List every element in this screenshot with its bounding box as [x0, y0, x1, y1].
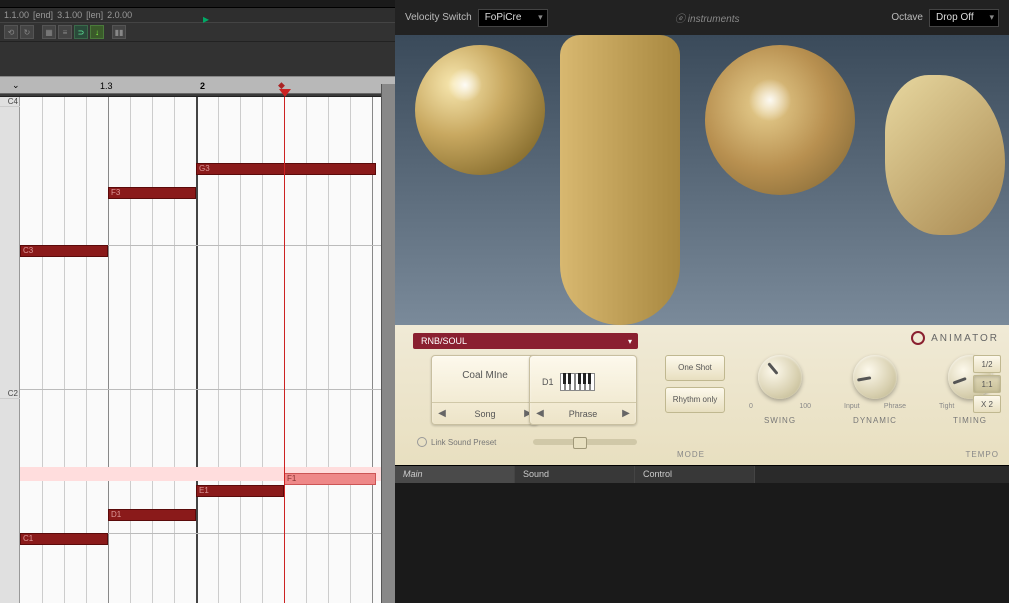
instrument-image: [395, 35, 1009, 325]
timing-label: TIMING: [953, 416, 987, 425]
phrase-box: D1 ◀ Phrase ▶: [529, 355, 637, 425]
link-sound-preset-toggle[interactable]: Link Sound Preset: [417, 437, 496, 447]
song-prev-icon[interactable]: ◀: [432, 408, 452, 419]
tool-repeat-icon[interactable]: ⟲: [4, 25, 18, 39]
daw-top-bar: [0, 0, 395, 8]
tool-piano-icon[interactable]: ▮▮: [112, 25, 126, 39]
mode-section-label: MODE: [677, 450, 705, 459]
one-shot-button[interactable]: One Shot: [665, 355, 725, 381]
instrument-header: Velocity Switch FoPiCre ⓔ instruments Oc…: [395, 0, 1009, 35]
velocity-switch-select[interactable]: FoPiCre: [478, 9, 548, 27]
tool-grid-icon[interactable]: ▦: [42, 25, 56, 39]
dynamic-knob[interactable]: [853, 355, 897, 399]
phrase-nav-label: Phrase: [550, 409, 616, 419]
tab-main[interactable]: Main: [395, 466, 515, 483]
tool-forward-icon[interactable]: ↻: [20, 25, 34, 39]
control-panel: RNB/SOUL ANIMATOR Coal MIne ◀ Song ▶ D1: [395, 325, 1009, 465]
status-bar: 1.1.00 [end] 3.1.00 [len] 2.0.00: [0, 8, 395, 22]
midi-note[interactable]: F3: [108, 187, 196, 199]
rhythm-only-button[interactable]: Rhythm only: [665, 387, 725, 413]
swing-knob-group: 0100 SWING: [745, 355, 815, 425]
velocity-switch-dropdown: Velocity Switch FoPiCre: [405, 9, 548, 27]
dynamic-label: DYNAMIC: [853, 416, 897, 425]
ruler-marker-1: ⌄: [12, 80, 20, 91]
status-end-label: [end]: [33, 10, 53, 20]
swing-label: SWING: [764, 416, 796, 425]
octave-select[interactable]: Drop Off: [929, 9, 999, 27]
playhead[interactable]: [284, 97, 285, 603]
tempo-half-button[interactable]: 1/2: [973, 355, 1001, 373]
instrument-panel: Velocity Switch FoPiCre ⓔ instruments Oc…: [395, 0, 1009, 603]
phrase-next-icon[interactable]: ▶: [616, 408, 636, 419]
velocity-switch-label: Velocity Switch: [405, 12, 472, 23]
brand-logo: ⓔ instruments: [675, 10, 739, 25]
tempo-one-button[interactable]: 1:1: [973, 375, 1001, 393]
octave-label: Octave: [891, 12, 923, 23]
tab-control[interactable]: Control: [635, 466, 755, 483]
bottom-area: [395, 483, 1009, 603]
animator-label: ANIMATOR: [911, 331, 999, 345]
piano-keys[interactable]: C4 C2: [0, 97, 20, 603]
midi-note[interactable]: G3: [196, 163, 376, 175]
phrase-slider[interactable]: [533, 439, 637, 445]
play-icon[interactable]: ▸: [203, 12, 215, 24]
tempo-double-button[interactable]: X 2: [973, 395, 1001, 413]
ruler-tick-2: 2: [200, 81, 205, 91]
status-len-label: [len]: [86, 10, 103, 20]
status-start: 1.1.00: [4, 10, 29, 20]
key-c4[interactable]: C4: [0, 97, 20, 107]
key-c2[interactable]: C2: [0, 389, 20, 399]
preset-category-dropdown[interactable]: RNB/SOUL: [413, 333, 638, 349]
phrase-key: D1: [542, 377, 554, 387]
mini-keyboard-icon: [560, 373, 595, 391]
tempo-section-label: TEMPO: [966, 450, 999, 459]
status-len: 2.0.00: [107, 10, 132, 20]
timeline-area: ⌄ 1.3 2 ◆ C4 C2: [0, 42, 395, 603]
tool-bars-icon[interactable]: ≡: [58, 25, 72, 39]
midi-note[interactable]: E1: [196, 485, 284, 497]
tab-bar: Main Sound Control: [395, 465, 1009, 483]
dynamic-knob-group: InputPhrase DYNAMIC: [840, 355, 910, 425]
piano-roll[interactable]: C4 C2: [0, 97, 395, 603]
piano-grid[interactable]: C3 F3 G3 C1 D1 E1 F1: [20, 97, 395, 603]
song-nav-label: Song: [452, 409, 518, 419]
status-end: 3.1.00: [57, 10, 82, 20]
swing-knob[interactable]: [758, 355, 802, 399]
scrollbar-vertical[interactable]: [381, 84, 395, 603]
tool-record-icon[interactable]: ↓: [90, 25, 104, 39]
midi-note[interactable]: C1: [20, 533, 108, 545]
tool-loop-icon[interactable]: ⊃: [74, 25, 88, 39]
song-box: Coal MIne ◀ Song ▶: [431, 355, 539, 425]
daw-panel: 1.1.00 [end] 3.1.00 [len] 2.0.00 ⟲ ↻ ▦ ≡…: [0, 0, 395, 603]
toolbar: ⟲ ↻ ▦ ≡ ⊃ ↓ ▮▮: [0, 22, 395, 42]
midi-note[interactable]: D1: [108, 509, 196, 521]
ruler[interactable]: ⌄ 1.3 2 ◆: [0, 42, 395, 97]
ruler-tick-1.3: 1.3: [100, 81, 113, 91]
midi-note-selected[interactable]: F1: [284, 473, 376, 485]
phrase-prev-icon[interactable]: ◀: [530, 408, 550, 419]
tab-sound[interactable]: Sound: [515, 466, 635, 483]
song-name: Coal MIne: [432, 356, 538, 398]
midi-note[interactable]: C3: [20, 245, 108, 257]
